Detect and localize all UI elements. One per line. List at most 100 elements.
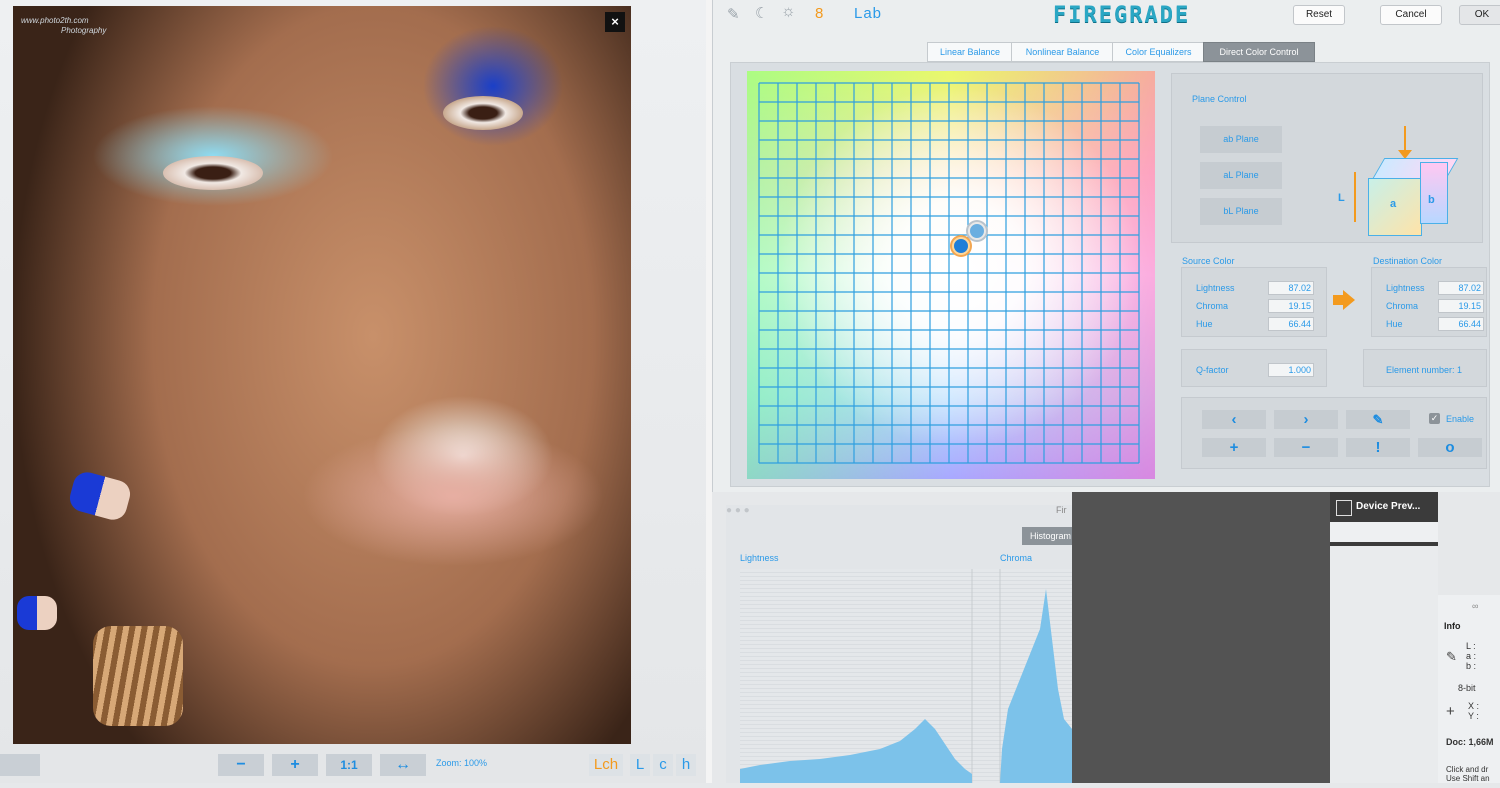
ab-plane-button[interactable]: ab Plane xyxy=(1200,126,1282,153)
histogram-window-title: Fir xyxy=(1056,505,1067,515)
lightness-label: Lightness xyxy=(740,553,779,563)
eyedropper-pick-button[interactable]: ✎ xyxy=(1346,410,1410,429)
destination-chroma-label: Chroma xyxy=(1386,301,1419,311)
source-point[interactable] xyxy=(968,222,986,240)
reset-element-button[interactable]: o xyxy=(1418,438,1482,457)
chroma-label: Chroma xyxy=(1000,553,1033,563)
destination-point[interactable] xyxy=(952,237,970,255)
remove-element-button[interactable]: − xyxy=(1274,438,1338,457)
color-plane-grid xyxy=(758,82,1140,464)
element-number-panel: Element number: 1 xyxy=(1363,349,1487,387)
photoshop-canvas-area xyxy=(1072,492,1330,783)
cube-label-a: a xyxy=(1390,198,1397,210)
bit-depth-toggle[interactable]: 8 xyxy=(815,5,823,22)
enable-label: Enable xyxy=(1446,414,1475,424)
hint-line1: Click and dr xyxy=(1446,765,1489,774)
plane-control-panel: Plane Control ab Plane aL Plane bL Plane… xyxy=(1171,73,1483,243)
rings xyxy=(93,626,183,726)
element-number-label: Element number: 1 xyxy=(1386,365,1463,375)
histogram-plot xyxy=(740,569,1072,783)
watermark: www.photo2th.com Photography xyxy=(21,16,106,36)
zoom-in-button[interactable]: + xyxy=(272,754,318,776)
source-color-panel: Lightness 87.02 Chroma 19.15 Hue 66.44 xyxy=(1181,267,1327,337)
destination-lightness-field[interactable]: 87.02 xyxy=(1438,281,1484,295)
histogram-svg xyxy=(740,569,1072,783)
plane-control-title: Plane Control xyxy=(1192,94,1247,104)
chroma-histogram xyxy=(1000,589,1072,783)
left-eye xyxy=(163,156,263,190)
reset-button[interactable]: Reset xyxy=(1293,5,1345,25)
info-tab[interactable]: Info xyxy=(1444,621,1461,631)
histogram-window: ● ● ● Fir Histogram Lightness Chroma xyxy=(726,505,1090,783)
q-factor-panel: Q-factor 1.000 xyxy=(1181,349,1327,387)
q-factor-field[interactable]: 1.000 xyxy=(1268,363,1314,377)
hint-line2: Use Shift an xyxy=(1446,774,1490,783)
watermark-line1: www.photo2th.com xyxy=(21,16,89,25)
cube-l-arrow xyxy=(1354,172,1356,222)
cancel-button[interactable]: Cancel xyxy=(1380,5,1442,25)
device-preview-icon xyxy=(1336,500,1352,516)
link-icon: ∞ xyxy=(1472,601,1479,611)
bl-plane-button[interactable]: bL Plane xyxy=(1200,198,1282,225)
lab-cube-icon: L a b xyxy=(1334,126,1459,236)
tab-direct-color-control[interactable]: Direct Color Control xyxy=(1203,42,1315,62)
device-preview-label[interactable]: Device Prev... xyxy=(1356,501,1420,512)
ok-button[interactable]: OK xyxy=(1459,5,1500,25)
ab-color-plane[interactable] xyxy=(747,71,1155,479)
cube-label-b: b xyxy=(1428,194,1435,206)
q-factor-label: Q-factor xyxy=(1196,365,1229,375)
close-icon[interactable]: × xyxy=(605,12,625,32)
source-hue-field[interactable]: 66.44 xyxy=(1268,317,1314,331)
source-chroma-field[interactable]: 19.15 xyxy=(1268,299,1314,313)
zoom-label: Zoom: 100% xyxy=(436,758,488,768)
firegrade-dialog: ✎ ☾ ☼ 8 Lab FIREGRADE Reset Cancel OK Li… xyxy=(712,0,1500,492)
source-to-destination-arrow xyxy=(1333,295,1343,305)
enable-checkbox[interactable]: ✓ xyxy=(1429,413,1440,424)
tab-linear-balance[interactable]: Linear Balance xyxy=(927,42,1013,62)
firegrade-logo: FIREGRADE xyxy=(1053,3,1191,28)
destination-color-title: Destination Color xyxy=(1373,256,1443,266)
lab-readout: L : a : b : xyxy=(1466,641,1477,671)
source-hue-label: Hue xyxy=(1196,319,1213,329)
direct-color-control-panel: Plane Control ab Plane aL Plane bL Plane… xyxy=(730,62,1490,487)
mode-lch-button[interactable]: Lch xyxy=(589,754,623,776)
watermark-line2: Photography xyxy=(61,26,107,35)
tab-nonlinear-balance[interactable]: Nonlinear Balance xyxy=(1011,42,1114,62)
xy-readout: X : Y : xyxy=(1468,701,1480,721)
moon-icon[interactable]: ☾ xyxy=(755,4,768,22)
destination-hue-field[interactable]: 66.44 xyxy=(1438,317,1484,331)
destination-color-panel: Lightness 87.02 Chroma 19.15 Hue 66.44 xyxy=(1371,267,1487,337)
traffic-lights: ● ● ● xyxy=(726,505,750,516)
alert-button[interactable]: ! xyxy=(1346,438,1410,457)
sun-icon[interactable]: ☼ xyxy=(781,3,796,21)
preview-photo[interactable]: www.photo2th.com Photography × xyxy=(13,6,631,744)
device-preview-content xyxy=(1330,522,1438,542)
previous-element-button[interactable]: ‹ xyxy=(1202,410,1266,429)
left-toolbar-stub xyxy=(0,754,40,776)
crosshair-icon: + xyxy=(1446,703,1455,720)
zoom-out-button[interactable]: − xyxy=(218,754,264,776)
fit-width-button[interactable]: ↔ xyxy=(380,754,426,776)
blue-nail xyxy=(66,469,134,523)
mode-h-button[interactable]: h xyxy=(676,754,696,776)
eyedropper-icon: ✎ xyxy=(1446,649,1457,664)
source-lightness-label: Lightness xyxy=(1196,283,1235,293)
mode-l-button[interactable]: L xyxy=(630,754,650,776)
al-plane-button[interactable]: aL Plane xyxy=(1200,162,1282,189)
element-controls-panel: ‹ › ✎ ✓ Enable + − ! o xyxy=(1181,397,1487,469)
actual-size-button[interactable]: 1:1 xyxy=(326,754,372,776)
colorspace-toggle[interactable]: Lab xyxy=(854,5,882,22)
source-lightness-field[interactable]: 87.02 xyxy=(1268,281,1314,295)
tab-color-equalizers[interactable]: Color Equalizers xyxy=(1112,42,1205,62)
source-color-title: Source Color xyxy=(1182,256,1235,266)
doc-size: Doc: 1,66M xyxy=(1446,737,1494,747)
eyedropper-icon[interactable]: ✎ xyxy=(727,5,740,23)
source-to-destination-arrowhead xyxy=(1343,290,1355,310)
source-chroma-label: Chroma xyxy=(1196,301,1229,311)
add-element-button[interactable]: + xyxy=(1202,438,1266,457)
destination-chroma-field[interactable]: 19.15 xyxy=(1438,299,1484,313)
next-element-button[interactable]: › xyxy=(1274,410,1338,429)
info-panel: ∞ Info ✎ L : a : b : 8-bit + X : Y : Doc… xyxy=(1438,595,1500,783)
right-eye xyxy=(443,96,523,130)
mode-c-button[interactable]: c xyxy=(653,754,673,776)
